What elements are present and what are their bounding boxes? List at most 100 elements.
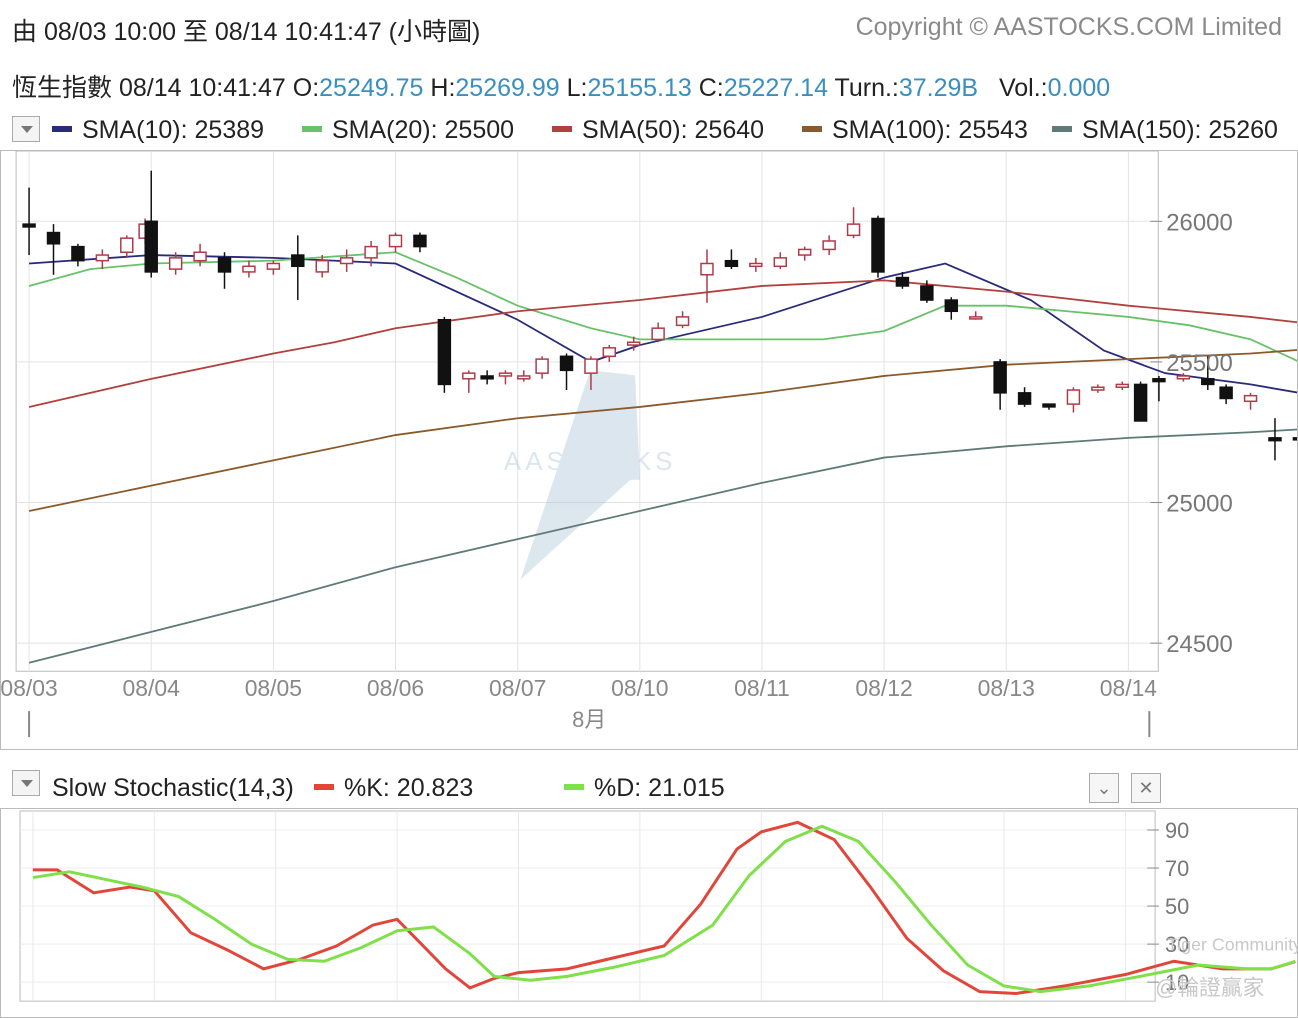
index-name: 恆生指數 [12,74,113,102]
x-tick-label: 08/11 [734,675,790,701]
y-tick-label: 24500 [1166,631,1232,658]
candle-body [266,262,281,270]
y-tick-label: 25000 [1166,490,1232,517]
candle-body [1219,386,1233,400]
sma150-label: SMA(150): 25260 [1082,116,1278,144]
candle-body [1243,394,1258,403]
candle-body [22,223,36,228]
y-tick-label: 26000 [1166,209,1232,236]
high-value: 25269.99 [455,74,560,102]
d-legend: %D: 21.015 [564,774,725,803]
x-tick-label: 08/07 [489,675,546,701]
candle [1219,384,1233,405]
close-button[interactable]: ✕ [1131,773,1161,803]
y-tick-label: 25500 [1166,350,1232,377]
candle-body [1042,403,1056,408]
candle-body [968,316,983,320]
x-tick-label: 08/05 [245,675,302,701]
sma10-label: SMA(10): 25389 [82,116,265,144]
open-label: O: [292,74,320,102]
candle-body [944,299,959,313]
candle-body [559,355,574,372]
sma150-swatch [1052,126,1072,133]
candle-body [895,276,910,287]
date-range: 由 08/03 10:00 至 08/14 10:41:47 (小時圖) [12,18,481,46]
candle-body [1091,386,1105,391]
candle-body [168,257,183,270]
candle [1268,418,1282,461]
candle-body [871,217,885,273]
sma20-legend: SMA(20): 25500 [302,116,514,145]
candle-body [498,372,513,377]
sma20-label: SMA(20): 25500 [332,116,515,144]
candle-body [651,327,665,341]
low-value: 25155.13 [587,74,692,102]
sma50-swatch [552,126,572,133]
candle-body [700,262,714,276]
collapse-button[interactable]: ⌄ [1089,773,1119,803]
price-chart[interactable]: AASTOCKS 26000 25500 25000 24500 08/03 08/04… [0,150,1298,750]
quote-time: 08/14 10:41:47 [118,74,286,102]
sma20-swatch [302,126,322,133]
stoch-dropdown[interactable] [12,770,40,796]
copyright: Copyright © AASTOCKS.COM Limited [855,13,1282,41]
stoch-title: Slow Stochastic(14,3) [52,774,294,802]
y-tick-label: 50 [1165,894,1189,919]
chevron-down-icon: ⌄ [1096,778,1112,798]
sma100-swatch [802,126,822,133]
sma50-label: SMA(50): 25640 [582,116,765,144]
y-tick-label: 70 [1165,856,1189,881]
candle-body [1115,383,1130,388]
candle-body [144,220,158,273]
sma100-legend: SMA(100): 25543 [802,116,1028,145]
main-chart-dropdown[interactable] [12,116,40,142]
candle-body [517,375,531,380]
candle-body [437,318,452,386]
month-label: 8月 [572,707,606,732]
high-label: H: [430,74,456,102]
candle-body [1152,378,1166,383]
candle-body [1268,437,1282,442]
candle [1133,381,1148,422]
candle-body [120,237,134,253]
x-tick-label: 08/04 [123,675,181,701]
k-swatch [314,784,334,791]
candle-body [388,234,403,248]
candle-body [920,285,934,301]
sma50-legend: SMA(50): 25640 [552,116,764,145]
d-swatch [564,784,584,791]
candle-body [724,259,739,268]
candle-body [1017,392,1032,405]
candle [871,215,885,278]
d-label: %D: 21.015 [594,774,725,802]
low-label: L: [566,74,588,102]
volume-value: 0.000 [1047,74,1111,102]
candle-body [71,245,85,262]
candle-body [1292,437,1297,441]
candle-body [315,259,329,273]
candle-body [242,265,256,273]
candle-body [675,316,690,327]
user-watermark: @輪證贏家 [1155,975,1264,1000]
candle-body [749,262,763,268]
sma100-label: SMA(100): 25543 [832,116,1028,144]
candle [437,316,452,393]
x-tick-label: 08/03 [0,675,57,701]
candle-body [217,257,232,273]
candle-body [797,248,812,256]
candle-body [773,257,788,268]
tiger-watermark: Tiger Community [1167,935,1298,955]
x-tick-label: 08/13 [978,675,1035,701]
y-tick-label: 90 [1165,818,1189,843]
candle-body [1133,383,1148,422]
quote-bar: 恆生指數 08/14 10:41:47 O:25249.75 H:25269.9… [12,68,1110,104]
stochastic-chart[interactable]: 9070503010 Tiger Community @輪證贏家 [0,808,1298,1018]
k-label: %K: 20.823 [344,774,474,802]
candle-body [993,361,1007,394]
candle-body [846,223,861,237]
turnover-value: 37.29B [898,74,979,102]
candle-body [291,254,305,268]
volume-label: Vol.: [998,74,1048,102]
sma10-legend: SMA(10): 25389 [52,116,264,145]
close-label: C: [698,74,724,102]
